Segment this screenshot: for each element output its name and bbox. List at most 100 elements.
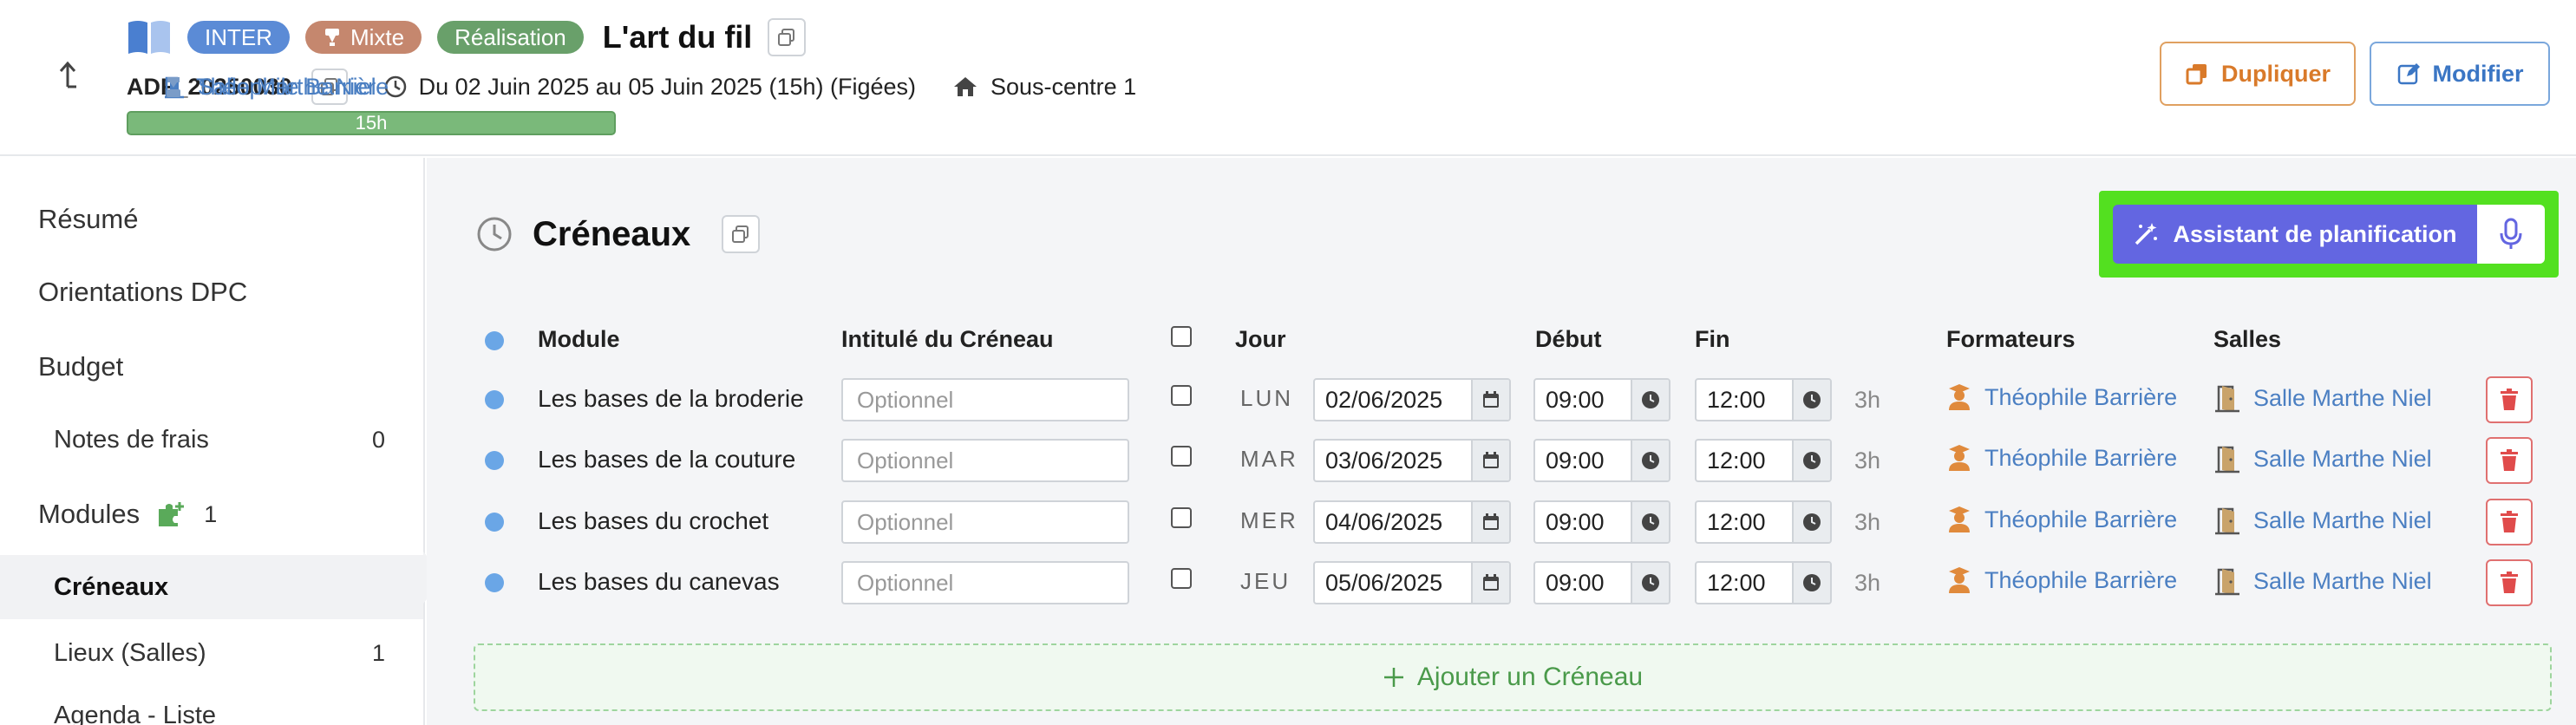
sidebar-item-budget[interactable]: Budget (0, 340, 423, 394)
end-time-field[interactable]: 12:00 (1695, 378, 1832, 421)
sidebar-item-resume[interactable]: Résumé (0, 193, 423, 246)
calendar-icon[interactable] (1471, 441, 1509, 480)
module-name: Les bases du canevas (538, 568, 780, 595)
clock-icon[interactable] (1792, 441, 1830, 480)
clock-icon[interactable] (1631, 563, 1669, 603)
row-checkbox[interactable] (1171, 568, 1192, 589)
column-header-salles: Salles (2213, 326, 2282, 352)
dates-info: Du 02 Juin 2025 au 05 Juin 2025 (15h) (F… (384, 74, 916, 101)
sidebar-item-label: Orientations DPC (38, 277, 248, 307)
start-time-field[interactable]: 09:00 (1533, 439, 1670, 482)
row-checkbox[interactable] (1171, 446, 1192, 467)
intitule-input[interactable]: Optionnel (841, 561, 1129, 604)
microphone-icon (2500, 218, 2522, 249)
microphone-button[interactable] (2477, 205, 2545, 264)
row-checkbox[interactable] (1171, 385, 1192, 406)
trash-icon (2501, 511, 2518, 532)
trainer-text: Théophile Barrière (196, 73, 389, 100)
sidebar-item-notes-de-frais[interactable]: Notes de frais 0 (0, 413, 423, 467)
trainer-link[interactable]: Théophile Barrière (1946, 506, 2177, 533)
column-header-formateurs: Formateurs (1946, 326, 2076, 352)
clock-icon[interactable] (1792, 563, 1830, 603)
copy-section-button[interactable] (722, 215, 761, 253)
duplicate-button[interactable]: Dupliquer (2160, 42, 2356, 106)
duration: 3h (1854, 387, 1881, 413)
room-link[interactable]: Salle Marthe Niel (2213, 444, 2432, 474)
calendar-icon[interactable] (1471, 380, 1509, 420)
day-label: JEU (1240, 568, 1291, 594)
delete-button[interactable] (2486, 376, 2533, 423)
start-time-field[interactable]: 09:00 (1533, 561, 1670, 604)
end-time-value: 12:00 (1707, 447, 1766, 474)
clock-icon[interactable] (1631, 441, 1669, 480)
room-link[interactable]: Salle Marthe Niel (2213, 506, 2432, 535)
sidebar-item-orientations[interactable]: Orientations DPC (0, 265, 423, 319)
door-icon (2215, 507, 2239, 535)
sidebar-item-label: Créneaux (54, 572, 169, 601)
sidebar-item-modules[interactable]: Modules 1 (0, 487, 423, 541)
day-label: LUN (1240, 385, 1294, 411)
intitule-input[interactable]: Optionnel (841, 378, 1129, 421)
intitule-input[interactable]: Optionnel (841, 500, 1129, 544)
add-creneau-button[interactable]: Ajouter un Créneau (474, 643, 2552, 711)
sidebar: Résumé Orientations DPC Budget Notes de … (0, 158, 425, 725)
trainer-link[interactable]: Théophile Barrière (1946, 566, 2177, 594)
sidebar-item-label: Modules (38, 499, 141, 529)
door-icon (2215, 385, 2239, 413)
end-time-value: 12:00 (1707, 570, 1766, 596)
sidebar-item-lieux[interactable]: Lieux (Salles) 1 (0, 626, 423, 680)
room-link[interactable]: Salle Marthe Niel (2213, 566, 2432, 596)
delete-button[interactable] (2486, 499, 2533, 545)
back-arrow-icon[interactable] (50, 57, 85, 92)
delete-button[interactable] (2486, 437, 2533, 484)
copy-title-button[interactable] (768, 18, 807, 56)
column-header-module: Module (538, 326, 620, 352)
clock-icon[interactable] (1792, 502, 1830, 542)
sidebar-item-label: Lieux (Salles) (54, 638, 206, 667)
end-time-field[interactable]: 12:00 (1695, 500, 1832, 544)
clock-icon[interactable] (1792, 380, 1830, 420)
trainer-link[interactable]: Théophile Barrière (1946, 383, 2177, 411)
start-time-field[interactable]: 09:00 (1533, 378, 1670, 421)
select-all-checkbox[interactable] (1171, 326, 1192, 347)
clock-icon (477, 217, 512, 251)
sidebar-item-count: 1 (204, 500, 218, 527)
copy-icon (778, 29, 795, 46)
date-field[interactable]: 03/06/2025 (1313, 439, 1511, 482)
delete-button[interactable] (2486, 559, 2533, 606)
trash-icon (2501, 572, 2518, 593)
date-field[interactable]: 04/06/2025 (1313, 500, 1511, 544)
date-value: 03/06/2025 (1325, 447, 1443, 474)
date-field[interactable]: 02/06/2025 (1313, 378, 1511, 421)
badge-inter: INTER (187, 21, 290, 54)
sidebar-item-creneaux[interactable]: Créneaux (0, 555, 423, 619)
duration: 3h (1854, 570, 1881, 596)
row-checkbox[interactable] (1171, 507, 1192, 528)
end-time-field[interactable]: 12:00 (1695, 439, 1832, 482)
trainer-name: Théophile Barrière (1984, 444, 2178, 471)
trainer-link[interactable]: Théophile Barrière (1946, 444, 2177, 472)
column-header-intitule: Intitulé du Créneau (841, 326, 1054, 352)
calendar-icon[interactable] (1471, 502, 1509, 542)
home-icon (954, 77, 977, 96)
date-field[interactable]: 05/06/2025 (1313, 561, 1511, 604)
row-dot (485, 390, 504, 409)
site-info: Sous-centre 1 (952, 74, 1136, 101)
calendar-icon[interactable] (1471, 563, 1509, 603)
end-time-field[interactable]: 12:00 (1695, 561, 1832, 604)
date-value: 04/06/2025 (1325, 509, 1443, 535)
room-link[interactable]: Salle Marthe Niel (2213, 383, 2432, 413)
intitule-input[interactable]: Optionnel (841, 439, 1129, 482)
clock-icon[interactable] (1631, 380, 1669, 420)
planning-assistant-button[interactable]: Assistant de planification (2113, 205, 2477, 264)
book-icon (127, 19, 172, 56)
trainer-link[interactable]: Théophile Barrière (163, 74, 389, 101)
clock-icon[interactable] (1631, 502, 1669, 542)
modify-button[interactable]: Modifier (2370, 42, 2550, 106)
mixte-icon (325, 29, 339, 46)
start-time-field[interactable]: 09:00 (1533, 500, 1670, 544)
site-text: Sous-centre 1 (991, 73, 1137, 100)
plus-icon (1383, 668, 1403, 687)
sidebar-item-agenda[interactable]: Agenda - Liste (0, 689, 423, 725)
progress-bar: 15h (127, 111, 616, 135)
